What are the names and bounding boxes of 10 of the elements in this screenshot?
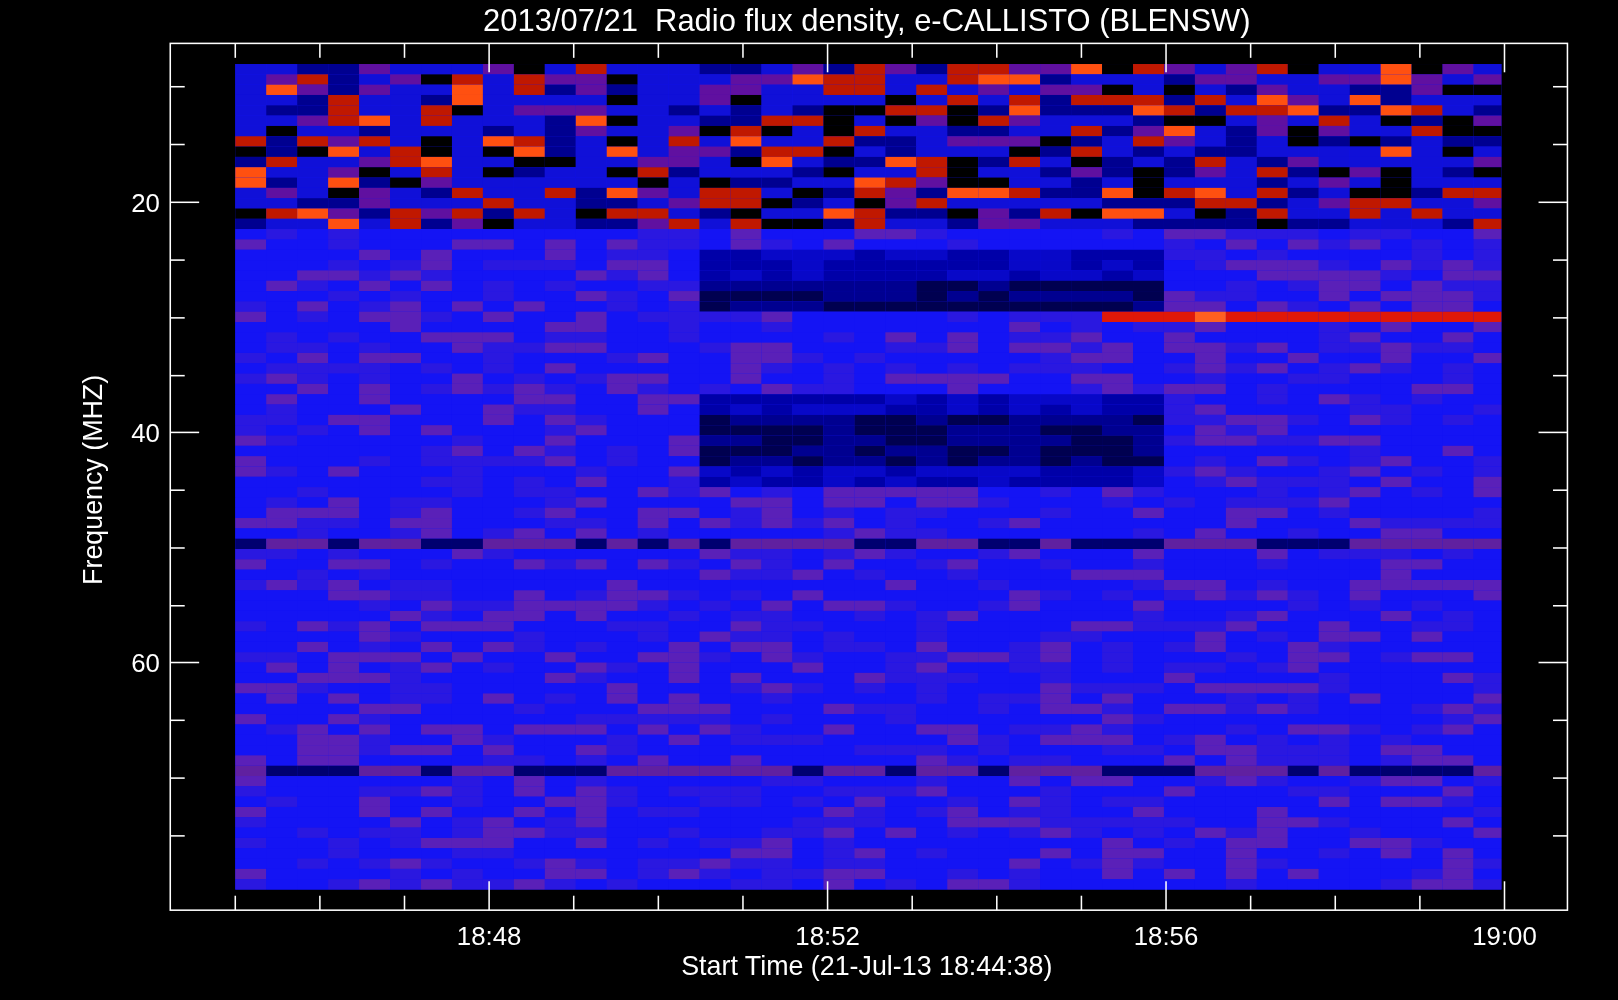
y-tick-label: 60 xyxy=(131,648,160,677)
x-tick-label: 18:56 xyxy=(1133,922,1199,951)
y-axis-label: Frequency (MHZ) xyxy=(78,374,109,585)
y-tick-label: 40 xyxy=(131,418,160,447)
x-tick-label: 18:52 xyxy=(795,922,860,951)
y-tick-label: 20 xyxy=(131,188,160,217)
x-axis-label: Start Time (21-Jul-13 18:44:38) xyxy=(681,951,1053,982)
x-tick-label: 19:00 xyxy=(1472,922,1537,951)
x-tick-label: 18:48 xyxy=(456,922,522,951)
plot-title: 2013/07/21 Radio flux density, e-CALLISTO (BLENSW) xyxy=(483,3,1251,38)
